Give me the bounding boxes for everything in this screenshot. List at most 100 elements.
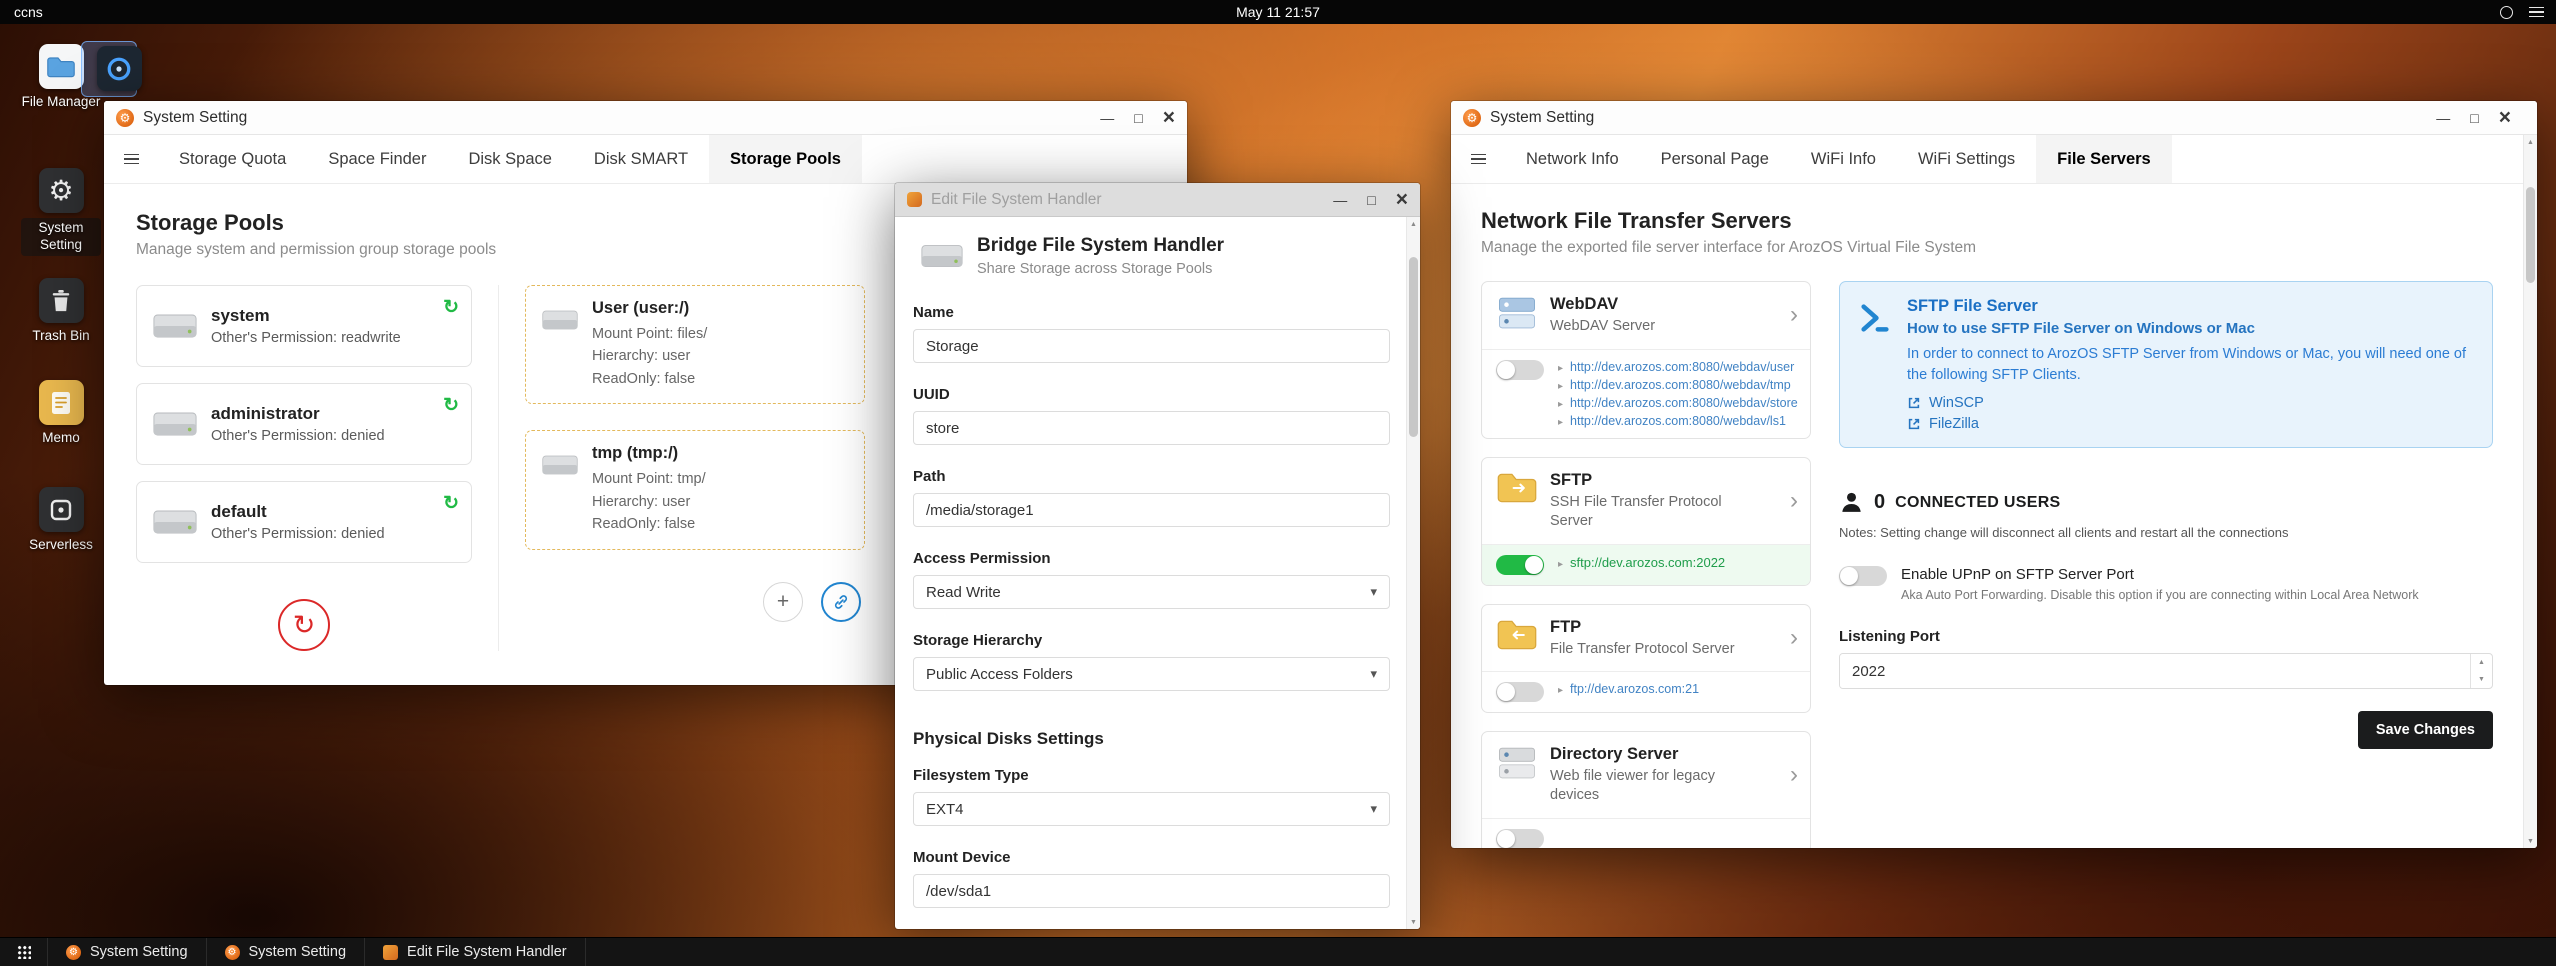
window-title: Edit File System Handler: [931, 190, 1102, 208]
trash-icon: [38, 278, 84, 323]
name-label: Name: [913, 304, 954, 321]
filezilla-link[interactable]: FileZilla: [1907, 416, 2467, 432]
tab-file-servers[interactable]: File Servers: [2036, 135, 2172, 183]
name-input[interactable]: [913, 329, 1390, 363]
maximize-button[interactable]: □: [2470, 111, 2478, 125]
server-card-header[interactable]: WebDAV WebDAV Server ›: [1482, 282, 1810, 349]
winscp-link[interactable]: WinSCP: [1907, 395, 2467, 411]
taskbar-item-system-setting-2[interactable]: ⚙ System Setting: [207, 938, 366, 966]
stepper-down-icon[interactable]: ▼: [2471, 671, 2492, 688]
path-label: Path: [913, 468, 946, 485]
scrollbar-thumb[interactable]: [1409, 257, 1418, 437]
titlebar[interactable]: ⚙ System Setting — □ ×: [1451, 101, 2537, 135]
tab-personal-page[interactable]: Personal Page: [1640, 135, 1790, 183]
server-card-header[interactable]: Directory Server Web file viewer for leg…: [1482, 732, 1810, 818]
notification-icon[interactable]: [2500, 5, 2513, 19]
disk-icon: [542, 310, 578, 330]
titlebar[interactable]: Edit File System Handler — □ ×: [895, 183, 1420, 217]
link-mount-button[interactable]: [821, 581, 861, 622]
tab-wifi-info[interactable]: WiFi Info: [1790, 135, 1897, 183]
scroll-up-icon[interactable]: ▲: [1407, 217, 1420, 231]
pool-card-default[interactable]: default Other's Permission: denied ↻: [136, 481, 472, 563]
menu-icon[interactable]: [2529, 6, 2544, 18]
sync-icon[interactable]: ↻: [443, 296, 459, 319]
listening-port-input[interactable]: [1840, 654, 2470, 689]
stepper-up-icon[interactable]: ▲: [2471, 654, 2492, 671]
uuid-input[interactable]: [913, 411, 1390, 445]
taskbar-item-edit-file-system-handler[interactable]: Edit File System Handler: [365, 938, 586, 966]
pool-card-system[interactable]: system Other's Permission: readwrite ↻: [136, 285, 472, 367]
scroll-down-icon[interactable]: ▼: [2524, 834, 2537, 848]
mount-card-tmp[interactable]: tmp (tmp:/) Mount Point: tmp/ Hierarchy:…: [525, 430, 865, 550]
scrollbar[interactable]: ▲ ▼: [1406, 217, 1420, 929]
add-mount-button[interactable]: +: [763, 581, 803, 622]
desktop-icon-memo[interactable]: Memo: [18, 380, 104, 447]
webdav-link[interactable]: ▸ http://dev.arozos.com:8080/webdav/store: [1558, 396, 1798, 410]
minimize-button[interactable]: —: [1100, 111, 1114, 125]
tab-disk-smart[interactable]: Disk SMART: [573, 135, 709, 183]
path-input[interactable]: [913, 493, 1390, 527]
sftp-toggle[interactable]: [1496, 554, 1544, 575]
scroll-down-icon[interactable]: ▼: [1407, 915, 1420, 929]
desktop-icon-system-setting[interactable]: ⚙ System Setting: [18, 168, 104, 256]
tab-storage-quota[interactable]: Storage Quota: [158, 135, 307, 183]
disk-icon: [921, 245, 963, 267]
ftp-toggle[interactable]: [1496, 682, 1544, 703]
desktop-icon-trash-bin[interactable]: Trash Bin: [18, 278, 104, 345]
save-changes-button[interactable]: Save Changes: [2357, 711, 2493, 750]
close-button[interactable]: ×: [1163, 107, 1175, 128]
tab-disk-space[interactable]: Disk Space: [447, 135, 572, 183]
system-setting-icon: ⚙: [224, 944, 240, 960]
hamburger-menu-icon[interactable]: [1451, 135, 1505, 183]
pool-card-administrator[interactable]: administrator Other's Permission: denied…: [136, 383, 472, 465]
tab-bar: Network Info Personal Page WiFi Info WiF…: [1451, 135, 2537, 184]
access-permission-select[interactable]: Read Write ▾: [913, 575, 1390, 609]
titlebar[interactable]: ⚙ System Setting — □ ×: [104, 101, 1187, 135]
refresh-pools-button[interactable]: ↻: [278, 599, 330, 651]
apps-grid-icon: [16, 945, 31, 959]
sync-icon[interactable]: ↻: [443, 394, 459, 417]
tab-network-info[interactable]: Network Info: [1505, 135, 1640, 183]
desktop-icon-selected[interactable]: [81, 41, 152, 97]
close-button[interactable]: ×: [2499, 107, 2511, 128]
server-card-header[interactable]: SFTP SSH File Transfer Protocol Server ›: [1482, 458, 1810, 544]
storage-hierarchy-select[interactable]: Public Access Folders ▾: [913, 657, 1390, 691]
taskbar-item-system-setting-1[interactable]: ⚙ System Setting: [48, 938, 207, 966]
minimize-button[interactable]: —: [2436, 111, 2450, 125]
tab-wifi-settings[interactable]: WiFi Settings: [1897, 135, 2036, 183]
app-launcher-button[interactable]: [0, 938, 48, 966]
tab-storage-pools[interactable]: Storage Pools: [709, 135, 862, 183]
webdav-link[interactable]: ▸ http://dev.arozos.com:8080/webdav/user: [1558, 360, 1798, 374]
disc-icon: [96, 46, 142, 91]
sftp-link[interactable]: ▸ sftp://dev.arozos.com:2022: [1558, 555, 1725, 570]
server-card-ftp: FTP File Transfer Protocol Server › ▸ ftp…: [1481, 603, 1811, 714]
disk-icon: [153, 412, 197, 436]
sync-icon[interactable]: ↻: [443, 492, 459, 515]
scrollbar[interactable]: ▲ ▼: [2523, 135, 2537, 848]
directory-server-toggle[interactable]: [1496, 829, 1544, 848]
connected-users-label: CONNECTED USERS: [1895, 493, 2061, 511]
mount-card-user[interactable]: User (user:/) Mount Point: files/ Hierar…: [525, 285, 865, 405]
chevron-right-icon: ›: [1790, 623, 1798, 651]
close-button[interactable]: ×: [1396, 189, 1408, 210]
handler-icon: [383, 944, 399, 960]
server-card-header[interactable]: FTP File Transfer Protocol Server ›: [1482, 605, 1810, 672]
scroll-up-icon[interactable]: ▲: [2524, 135, 2537, 149]
minimize-button[interactable]: —: [1333, 193, 1347, 207]
webdav-toggle[interactable]: [1496, 359, 1544, 380]
tab-space-finder[interactable]: Space Finder: [307, 135, 447, 183]
handler-subheading: Share Storage across Storage Pools: [977, 261, 1213, 277]
hamburger-menu-icon[interactable]: [104, 135, 158, 183]
webdav-link[interactable]: ▸ http://dev.arozos.com:8080/webdav/ls1: [1558, 414, 1798, 428]
maximize-button[interactable]: □: [1134, 111, 1142, 125]
ftp-link[interactable]: ▸ ftp://dev.arozos.com:21: [1558, 682, 1699, 696]
desktop-icon-serverless[interactable]: Serverless: [18, 487, 104, 554]
upnp-toggle[interactable]: [1839, 566, 1887, 587]
window-title: System Setting: [1490, 108, 1595, 126]
number-stepper[interactable]: ▲ ▼: [2470, 654, 2492, 689]
mount-device-input[interactable]: [913, 874, 1390, 908]
scrollbar-thumb[interactable]: [2526, 187, 2535, 283]
webdav-link[interactable]: ▸ http://dev.arozos.com:8080/webdav/tmp: [1558, 378, 1798, 392]
maximize-button[interactable]: □: [1367, 193, 1375, 207]
filesystem-type-select[interactable]: EXT4 ▾: [913, 792, 1390, 826]
